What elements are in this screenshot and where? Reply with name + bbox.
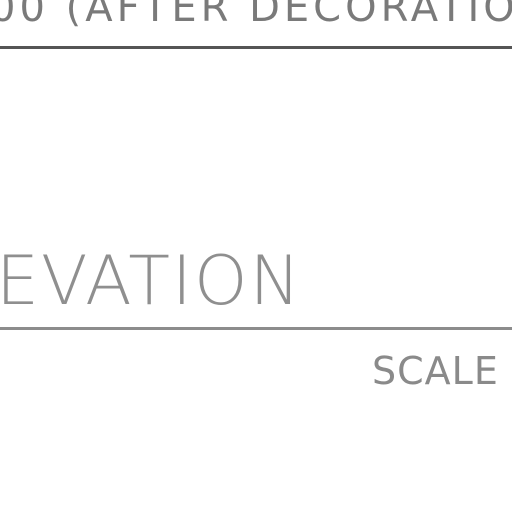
top-underline	[0, 46, 512, 49]
elevation-title: EVATION	[0, 242, 303, 321]
top-heading-text: 00 (AFTER DECORATIO	[0, 0, 512, 31]
scale-label: SCALE	[372, 349, 499, 393]
title-underline	[0, 327, 512, 330]
drawing-sheet: 00 (AFTER DECORATIO EVATION SCALE	[0, 0, 512, 512]
